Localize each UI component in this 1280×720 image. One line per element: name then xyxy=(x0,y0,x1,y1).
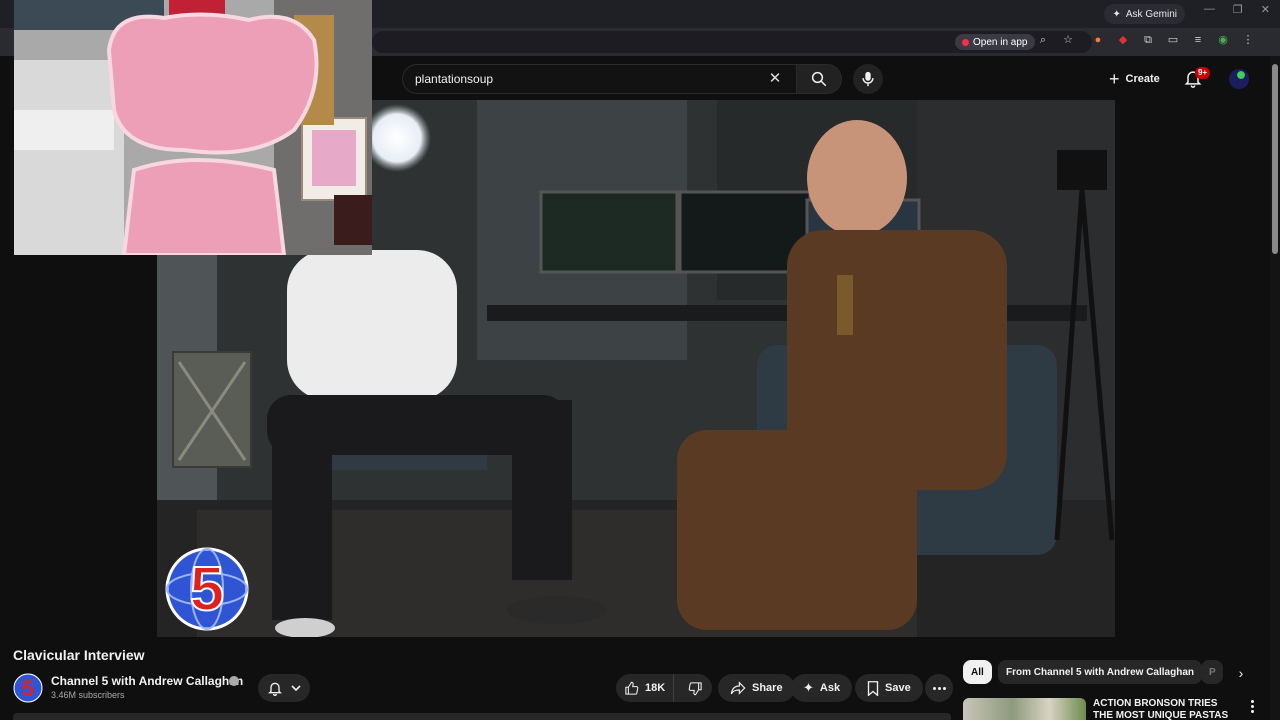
clear-search-icon[interactable]: ✕ xyxy=(766,70,784,88)
create-button[interactable]: + Create xyxy=(1103,65,1170,93)
recommendation-menu-button[interactable] xyxy=(1246,700,1258,714)
chevron-down-icon xyxy=(291,685,301,692)
channel-5-logo: 5 xyxy=(165,547,249,631)
account-avatar[interactable] xyxy=(1229,69,1249,89)
more-actions-button[interactable] xyxy=(925,674,953,702)
ask-gemini-button[interactable]: ✦ Ask Gemini xyxy=(1104,4,1185,24)
open-in-app-label: Open in app xyxy=(973,36,1028,48)
dislike-button[interactable] xyxy=(680,674,711,702)
channel-name[interactable]: Channel 5 with Andrew Callaghan xyxy=(51,674,243,688)
profile-icon[interactable]: ◉ xyxy=(1217,34,1229,46)
recommendation-thumbnail[interactable] xyxy=(963,698,1086,720)
menu-dots-icon xyxy=(1250,710,1254,713)
ask-gemini-label: Ask Gemini xyxy=(1125,8,1177,20)
share-arrow-icon xyxy=(730,681,746,695)
video-title: Clavicular Interview xyxy=(13,647,145,663)
menu-dots-icon xyxy=(1250,705,1254,708)
recommendation-title[interactable]: ACTION BRONSON TRIES THE MOST UNIQUE PAS… xyxy=(1093,698,1233,720)
channel-5-logo-text: 5 xyxy=(190,555,224,624)
like-button[interactable]: 18K xyxy=(616,674,675,702)
open-in-app-button[interactable]: Open in app xyxy=(955,34,1035,50)
thumbs-up-icon xyxy=(625,681,639,695)
create-label: Create xyxy=(1125,73,1160,85)
save-label: Save xyxy=(885,682,911,694)
more-dots-icon xyxy=(942,686,946,690)
menu-dots-icon xyxy=(1250,700,1254,703)
search-box: ✕ xyxy=(402,64,796,94)
voice-search-button[interactable] xyxy=(853,64,883,94)
search-button[interactable] xyxy=(796,64,842,94)
browser-menu-icon[interactable]: ⋮ xyxy=(1242,34,1254,46)
window-controls: — ❐ ✕ xyxy=(1204,3,1270,16)
webcam-feed xyxy=(14,0,372,255)
bookmark-icon xyxy=(867,680,879,696)
chip-from-channel[interactable]: From Channel 5 with Andrew Callaghan xyxy=(998,660,1202,684)
cast-icon[interactable]: ▭ xyxy=(1167,34,1179,46)
webcam-overlay xyxy=(14,0,372,255)
bell-icon xyxy=(268,682,282,696)
microphone-icon xyxy=(862,71,874,87)
channel-avatar[interactable]: 5 xyxy=(13,673,43,703)
save-button[interactable]: Save xyxy=(855,674,923,702)
close-window-icon[interactable]: ✕ xyxy=(1261,3,1270,16)
channel-avatar-logo: 5 xyxy=(13,673,43,703)
plus-icon: + xyxy=(1109,68,1120,89)
chip-all[interactable]: All xyxy=(963,660,992,684)
ask-button[interactable]: ✦ Ask xyxy=(791,674,853,702)
omnibox-actions: ⌕ ☆ xyxy=(1037,34,1074,46)
more-dots-icon xyxy=(932,686,936,690)
scrollbar-thumb[interactable] xyxy=(1272,64,1278,254)
notification-count-badge: 9+ xyxy=(1195,67,1211,79)
ask-label: Ask xyxy=(819,682,841,694)
channel-avatar-logo-text: 5 xyxy=(22,676,34,701)
media-controls-icon[interactable]: ≡ xyxy=(1192,34,1204,46)
description-box[interactable] xyxy=(13,713,951,720)
extension-icon[interactable]: ● xyxy=(1092,34,1104,46)
share-label: Share xyxy=(752,682,783,694)
minimize-icon[interactable]: — xyxy=(1204,3,1215,16)
restore-icon[interactable]: ❐ xyxy=(1233,3,1243,16)
chip-partial[interactable]: P xyxy=(1201,660,1223,684)
search-icon xyxy=(811,71,827,87)
gemini-sparkle-icon: ✦ xyxy=(1112,8,1121,20)
extension-icons: ● ◆ ⧉ ▭ ≡ ◉ ⋮ xyxy=(1092,34,1254,46)
adblock-extension-icon[interactable]: ◆ xyxy=(1117,34,1129,46)
search-input[interactable] xyxy=(415,72,766,86)
subscription-bell-button[interactable] xyxy=(258,674,310,702)
sparkle-icon: ✦ xyxy=(803,680,814,695)
share-button[interactable]: Share xyxy=(718,674,795,702)
thumbs-down-icon xyxy=(688,681,702,695)
bookmark-star-icon[interactable]: ☆ xyxy=(1062,34,1074,46)
more-dots-icon xyxy=(937,686,941,690)
like-dislike-group: 18K xyxy=(616,674,712,702)
subscriber-count: 3.46M subscribers xyxy=(51,690,125,700)
chevron-right-icon[interactable]: › xyxy=(1232,664,1250,682)
youtube-app-icon xyxy=(962,38,969,46)
zoom-icon[interactable]: ⌕ xyxy=(1037,34,1049,46)
like-count: 18K xyxy=(645,682,666,694)
extensions-puzzle-icon[interactable]: ⧉ xyxy=(1142,34,1154,46)
verified-check-icon xyxy=(229,676,239,686)
